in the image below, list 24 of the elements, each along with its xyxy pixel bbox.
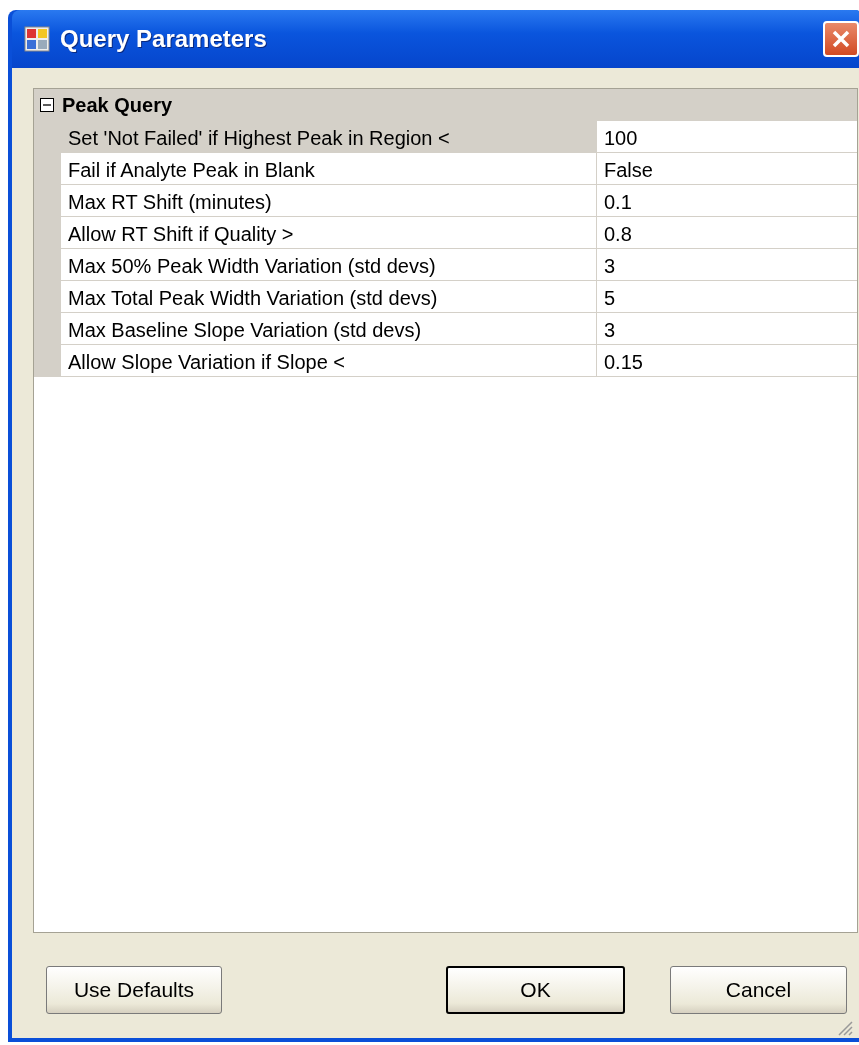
property-name[interactable]: Max RT Shift (minutes) [61, 185, 597, 217]
property-name[interactable]: Max Baseline Slope Variation (std devs) [61, 313, 597, 345]
window-title: Query Parameters [60, 24, 268, 54]
property-value[interactable]: 3 [597, 313, 857, 345]
defaults-button[interactable]: Use Defaults [46, 966, 222, 1014]
close-button[interactable] [823, 21, 859, 57]
property-value[interactable]: 0.1 [597, 185, 857, 217]
property-value[interactable]: 100 [597, 121, 857, 153]
property-name[interactable]: Allow Slope Variation if Slope < [61, 345, 597, 377]
property-value[interactable]: False [597, 153, 857, 185]
property-value[interactable]: 0.8 [597, 217, 857, 249]
property-name[interactable]: Max Total Peak Width Variation (std devs) [61, 281, 597, 313]
property-name[interactable]: Allow RT Shift if Quality > [61, 217, 597, 249]
close-icon [831, 29, 851, 49]
property-value[interactable]: 0.15 [597, 345, 857, 377]
app-icon [24, 26, 50, 52]
property-name[interactable]: Max 50% Peak Width Variation (std devs) [61, 249, 597, 281]
category-header[interactable]: Peak Query [62, 90, 173, 120]
ok-button[interactable]: OK [446, 966, 625, 1014]
property-value[interactable]: 3 [597, 249, 857, 281]
property-name[interactable]: Fail if Analyte Peak in Blank [61, 153, 597, 185]
property-value[interactable]: 5 [597, 281, 857, 313]
cancel-button[interactable]: Cancel [670, 966, 847, 1014]
collapse-icon[interactable] [40, 98, 54, 112]
